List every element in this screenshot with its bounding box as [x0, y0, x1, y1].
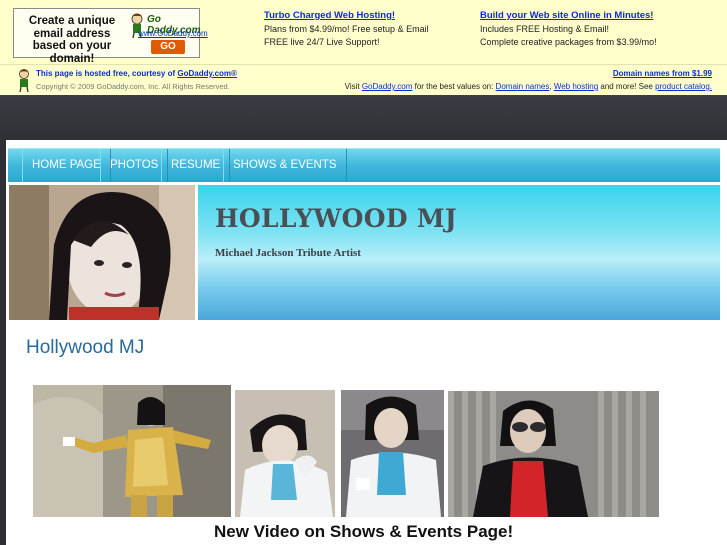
nav-item-home-page[interactable]: HOME PAGE — [22, 149, 111, 182]
ad-banner-text: Create a unique email address based on y… — [28, 15, 116, 65]
email-ad-banner[interactable]: Create a unique email address based on y… — [13, 8, 208, 65]
product-catalog-link[interactable]: product catalog. — [655, 82, 712, 91]
gallery-photo-black-jacket — [448, 391, 659, 517]
header-portrait-photo — [9, 185, 195, 320]
site-container: HOME PAGE PHOTOS RESUME SHOWS & EVENTS H… — [6, 140, 727, 545]
header-banner: HOLLYWOOD MJ Michael Jackson Tribute Art… — [198, 185, 720, 320]
nav-item-resume[interactable]: RESUME — [161, 149, 231, 182]
page-top-band — [0, 95, 727, 140]
godaddy-url: www.GoDaddy.com — [138, 29, 208, 38]
nav-item-shows-events[interactable]: SHOWS & EVENTS — [223, 149, 347, 182]
gold-jacket-image — [33, 385, 231, 517]
black-jacket-image — [448, 391, 659, 517]
godaddy-mascot-icon — [19, 69, 29, 92]
site-subtitle: Michael Jackson Tribute Artist — [215, 247, 361, 259]
website-builder-ad: Build your Web site Online in Minutes! I… — [480, 9, 657, 49]
domain-names-link[interactable]: Domain names from $1.99 — [613, 69, 712, 78]
godaddy-link[interactable]: GoDaddy.com® — [177, 69, 237, 78]
photo-gallery — [6, 380, 727, 520]
visit-godaddy-link[interactable]: GoDaddy.com — [362, 82, 413, 91]
copyright-text: Copyright © 2009 GoDaddy.com, Inc. All R… — [36, 82, 230, 91]
visit-prefix: Visit — [344, 82, 362, 91]
go-button[interactable]: GO — [151, 40, 185, 54]
white-jacket-image — [235, 390, 335, 517]
visit-godaddy-line: Visit GoDaddy.com for the best values on… — [345, 82, 712, 91]
visit-middle: for the best values on: — [412, 82, 496, 91]
hosting-ad-line-1: Plans from $4.99/mo! Free setup & Email — [264, 24, 429, 34]
web-hosting-link[interactable]: Web hosting — [554, 82, 598, 91]
page-heading: Hollywood MJ — [26, 337, 145, 358]
main-nav: HOME PAGE PHOTOS RESUME SHOWS & EVENTS — [8, 148, 720, 182]
domain-names-link-2[interactable]: Domain names — [496, 82, 550, 91]
website-builder-ad-line-2: Complete creative packages from $3.99/mo… — [480, 37, 657, 47]
hosted-free-notice: This page is hosted free, courtesy of Go… — [36, 69, 237, 78]
hosting-ad-line-2: FREE live 24/7 Live Support! — [264, 37, 380, 47]
nav-item-photos[interactable]: PHOTOS — [100, 149, 169, 182]
header-portrait-image — [9, 185, 195, 320]
gallery-photo-gold-jacket — [33, 385, 231, 517]
website-builder-ad-link[interactable]: Build your Web site Online in Minutes! — [480, 9, 657, 22]
godaddy-ad-bar: Create a unique email address based on y… — [0, 0, 727, 95]
hosted-by-row: This page is hosted free, courtesy of Go… — [0, 64, 727, 95]
site-title: HOLLYWOOD MJ — [215, 204, 457, 233]
visit-more: and more! See — [598, 82, 656, 91]
godaddy-logo: Go Daddy.com www.GoDaddy.com GO — [127, 12, 208, 56]
news-headline: New Video on Shows & Events Page! — [214, 522, 514, 541]
hosting-ad-link[interactable]: Turbo Charged Web Hosting! — [264, 9, 429, 22]
gallery-photo-white-jacket — [235, 390, 335, 517]
blue-shirt-image — [341, 390, 444, 517]
website-builder-ad-line-1: Includes FREE Hosting & Email! — [480, 24, 610, 34]
hosting-ad: Turbo Charged Web Hosting! Plans from $4… — [264, 9, 429, 49]
hosted-prefix: This page is hosted free, courtesy of — [36, 69, 178, 78]
gallery-photo-blue-shirt — [341, 390, 444, 517]
